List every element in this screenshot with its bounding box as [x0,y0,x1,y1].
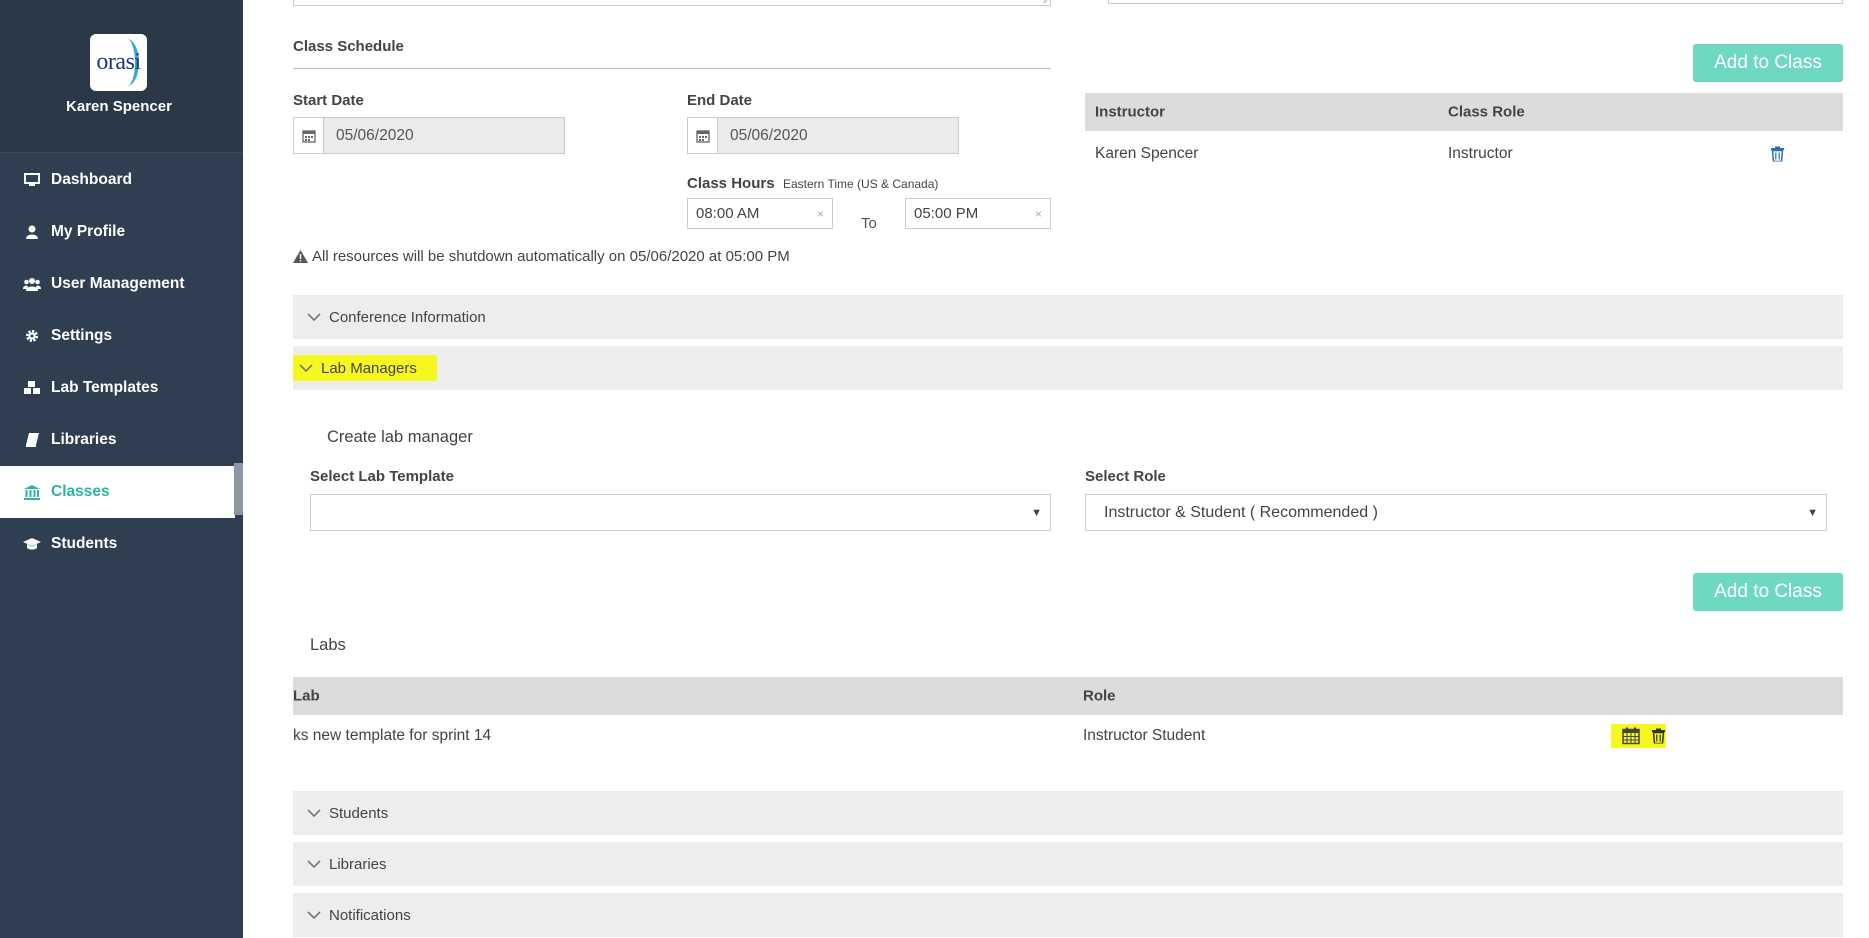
column-header: Class Role [1448,103,1525,121]
accordion-conference-information[interactable]: Conference Information [293,295,1843,339]
clear-icon[interactable]: × [817,207,824,221]
accordion-libraries[interactable]: Libraries [293,842,1843,886]
sidebar-item-user-management[interactable]: User Management [0,258,235,310]
labs-title: Labs [310,636,346,654]
trash-icon[interactable] [1771,146,1784,162]
to-label: To [861,215,877,232]
accordion-label: Students [329,804,389,822]
description-textarea[interactable]: ⁄⁄ [293,0,1051,6]
lab-role: Instructor Student [1083,727,1206,744]
calendar-icon [294,118,324,153]
select-lab-template-label: Select Lab Template [310,468,454,485]
start-date-field[interactable]: 05/06/2020 [293,117,565,154]
sidebar-item-label: User Management [51,275,185,292]
sidebar-item-label: Classes [51,483,110,500]
clear-icon[interactable]: × [1035,207,1042,221]
caret-down-icon: ▼ [1807,506,1818,519]
start-time-value: 08:00 AM [696,205,760,222]
sidebar-item-settings[interactable]: Settings [0,310,235,362]
end-date-field[interactable]: 05/06/2020 [687,117,959,154]
labs-table-header: Lab Role [293,677,1843,715]
sidebar-item-dashboard[interactable]: Dashboard [0,154,235,206]
warning-icon [293,250,308,263]
create-lab-manager-title: Create lab manager [327,428,473,446]
end-time-input[interactable]: 05:00 PM × [905,198,1051,229]
lab-template-select[interactable]: ▼ [310,494,1051,531]
instructor-role: Instructor [1448,145,1513,162]
instructor-name: Karen Spencer [1095,145,1199,162]
profile-name: Karen Spencer [66,98,172,115]
sidebar-nav: Dashboard My Profile User Management Set… [0,154,235,570]
end-date-label: End Date [687,92,753,109]
divider [293,68,1051,69]
shutdown-warning: All resources will be shutdown automatic… [293,248,790,265]
accordion-label: Conference Information [329,308,486,326]
sidebar-item-label: Students [51,535,118,552]
chevron-down-icon [307,312,321,322]
class-hours-label: Class Hours [687,175,775,192]
column-header: Instructor [1095,103,1166,121]
accordion-label: Lab Managers [321,359,417,377]
sidebar-item-lab-templates[interactable]: Lab Templates [0,362,235,414]
graduation-cap-icon [22,537,42,551]
start-date-label: Start Date [293,92,364,109]
cubes-icon [22,381,42,395]
add-instructor-button[interactable]: Add to Class [1693,44,1843,82]
chevron-down-icon [299,363,313,373]
start-date-value: 05/06/2020 [336,126,414,144]
lab-name: ks new template for sprint 14 [293,727,492,744]
caret-down-icon: ▼ [1031,506,1042,519]
sidebar: orasi Karen Spencer Dashboard My Profile… [0,0,243,938]
sidebar-scrollbar[interactable] [234,463,243,515]
users-icon [22,277,42,291]
class-schedule-title: Class Schedule [293,38,404,55]
profile-panel: orasi Karen Spencer [0,0,243,153]
monitor-icon [22,173,42,187]
accordion-students[interactable]: Students [293,791,1843,835]
instructor-select[interactable] [1108,0,1843,4]
gear-icon [22,329,42,343]
sidebar-item-label: Settings [51,327,113,344]
instructor-table-header: Instructor Class Role [1085,93,1843,131]
sidebar-item-label: Lab Templates [51,379,159,396]
end-date-value: 05/06/2020 [730,126,808,144]
main-content: ⁄⁄ Class Schedule Start Date 05/06/2020 … [243,0,1869,938]
column-header: Lab [293,687,320,705]
schedule-calendar-icon[interactable] [1622,727,1640,745]
accordion-label: Libraries [329,855,387,873]
calendar-icon [688,118,718,153]
select-role-label: Select Role [1085,468,1166,485]
table-row: ks new template for sprint 14 Instructor… [293,718,1843,754]
highlight-marker: Lab Managers [293,355,437,381]
book-icon [22,433,42,447]
column-header: Role [1083,687,1116,705]
orasi-logo: orasi [90,34,147,91]
sidebar-item-label: My Profile [51,223,126,240]
end-time-value: 05:00 PM [914,205,979,222]
user-icon [22,225,42,239]
start-time-input[interactable]: 08:00 AM × [687,198,833,229]
accordion-lab-managers[interactable]: Lab Managers [293,346,1843,390]
accordion-label: Notifications [329,906,411,924]
table-row: Karen Spencer Instructor [1085,134,1843,174]
trash-icon[interactable] [1652,728,1665,744]
role-select[interactable]: Instructor & Student ( Recommended ) ▼ [1085,494,1827,531]
add-lab-manager-button[interactable]: Add to Class [1693,573,1843,611]
sidebar-item-students[interactable]: Students [0,518,235,570]
warning-text: All resources will be shutdown automatic… [312,248,790,265]
role-value: Instructor & Student ( Recommended ) [1104,503,1378,521]
accordion-notifications[interactable]: Notifications [293,893,1843,937]
sidebar-item-libraries[interactable]: Libraries [0,414,235,466]
timezone-label: Eastern Time (US & Canada) [783,177,939,191]
resize-handle-icon[interactable]: ⁄⁄ [1045,0,1048,5]
chevron-down-icon [307,859,321,869]
sidebar-item-label: Dashboard [51,171,132,188]
chevron-down-icon [307,910,321,920]
bank-icon [22,484,42,500]
sidebar-item-label: Libraries [51,431,117,448]
sidebar-item-my-profile[interactable]: My Profile [0,206,235,258]
chevron-down-icon [307,808,321,818]
sidebar-item-classes[interactable]: Classes [0,466,235,518]
